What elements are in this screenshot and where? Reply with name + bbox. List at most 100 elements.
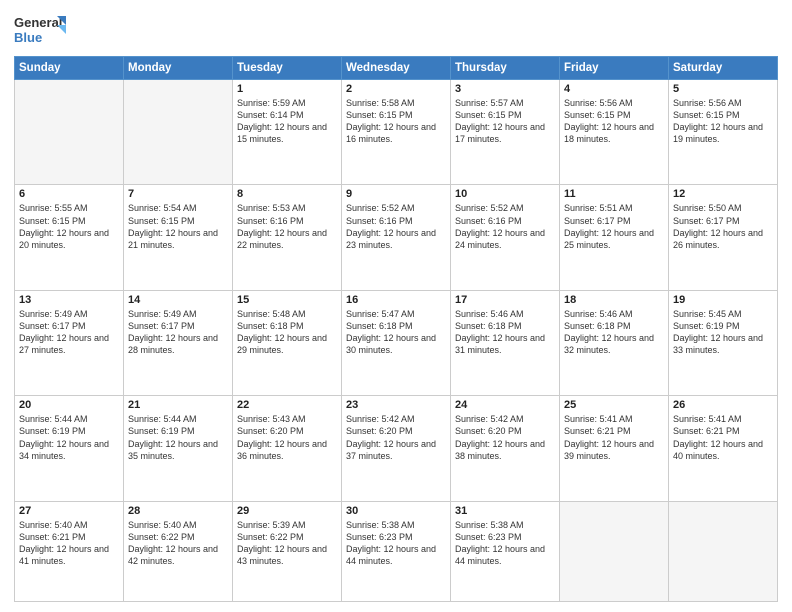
day-info: Sunrise: 5:59 AMSunset: 6:14 PMDaylight:… <box>237 97 337 146</box>
day-info: Sunrise: 5:49 AMSunset: 6:17 PMDaylight:… <box>128 308 228 357</box>
weekday-header-wednesday: Wednesday <box>342 57 451 80</box>
calendar-cell: 2Sunrise: 5:58 AMSunset: 6:15 PMDaylight… <box>342 80 451 185</box>
day-number: 26 <box>673 399 773 411</box>
day-number: 18 <box>564 294 664 306</box>
day-info: Sunrise: 5:45 AMSunset: 6:19 PMDaylight:… <box>673 308 773 357</box>
calendar-cell: 8Sunrise: 5:53 AMSunset: 6:16 PMDaylight… <box>233 185 342 290</box>
day-info: Sunrise: 5:44 AMSunset: 6:19 PMDaylight:… <box>128 413 228 462</box>
weekday-header-sunday: Sunday <box>15 57 124 80</box>
calendar-cell: 21Sunrise: 5:44 AMSunset: 6:19 PMDayligh… <box>124 396 233 501</box>
svg-text:General: General <box>14 15 62 30</box>
calendar-cell: 1 Sunrise: 5:59 AMSunset: 6:14 PMDaylight… <box>233 80 342 185</box>
calendar-table: SundayMondayTuesdayWednesdayThursdayFrid… <box>14 56 778 602</box>
day-info: Sunrise: 5:40 AMSunset: 6:22 PMDaylight:… <box>128 519 228 568</box>
day-info: Sunrise: 5:48 AMSunset: 6:18 PMDaylight:… <box>237 308 337 357</box>
day-number: 16 <box>346 294 446 306</box>
day-info: Sunrise: 5:42 AMSunset: 6:20 PMDaylight:… <box>346 413 446 462</box>
weekday-header-thursday: Thursday <box>451 57 560 80</box>
day-number: 27 <box>19 505 119 517</box>
calendar-cell: 15 Sunrise: 5:48 AMSunset: 6:18 PMDayligh… <box>233 290 342 395</box>
day-number: 31 <box>455 505 555 517</box>
day-info: Sunrise: 5:55 AMSunset: 6:15 PMDaylight:… <box>19 202 119 251</box>
day-info: Sunrise: 5:49 AMSunset: 6:17 PMDaylight:… <box>19 308 119 357</box>
week-row-1: 1 Sunrise: 5:59 AMSunset: 6:14 PMDaylight… <box>15 80 778 185</box>
calendar-cell: 3 Sunrise: 5:57 AMSunset: 6:15 PMDaylight… <box>451 80 560 185</box>
day-info: Sunrise: 5:54 AMSunset: 6:15 PMDaylight:… <box>128 202 228 251</box>
day-number: 22 <box>237 399 337 411</box>
day-info: Sunrise: 5:38 AMSunset: 6:23 PMDaylight:… <box>455 519 555 568</box>
calendar-cell: 17Sunrise: 5:46 AMSunset: 6:18 PMDayligh… <box>451 290 560 395</box>
calendar-cell: 27 Sunrise: 5:40 AMSunset: 6:21 PMDayligh… <box>15 501 124 601</box>
day-number: 11 <box>564 188 664 200</box>
day-info: Sunrise: 5:42 AMSunset: 6:20 PMDaylight:… <box>455 413 555 462</box>
calendar-cell <box>15 80 124 185</box>
day-number: 15 <box>237 294 337 306</box>
day-number: 24 <box>455 399 555 411</box>
calendar-cell: 7 Sunrise: 5:54 AMSunset: 6:15 PMDaylight… <box>124 185 233 290</box>
day-number: 7 <box>128 188 228 200</box>
calendar-cell <box>669 501 778 601</box>
day-number: 12 <box>673 188 773 200</box>
calendar-cell: 30 Sunrise: 5:38 AMSunset: 6:23 PMDayligh… <box>342 501 451 601</box>
day-number: 29 <box>237 505 337 517</box>
calendar-cell: 13 Sunrise: 5:49 AMSunset: 6:17 PMDayligh… <box>15 290 124 395</box>
day-info: Sunrise: 5:43 AMSunset: 6:20 PMDaylight:… <box>237 413 337 462</box>
calendar-cell: 10 Sunrise: 5:52 AMSunset: 6:16 PMDayligh… <box>451 185 560 290</box>
weekday-header-monday: Monday <box>124 57 233 80</box>
day-info: Sunrise: 5:51 AMSunset: 6:17 PMDaylight:… <box>564 202 664 251</box>
day-number: 1 <box>237 83 337 95</box>
day-info: Sunrise: 5:44 AMSunset: 6:19 PMDaylight:… <box>19 413 119 462</box>
day-number: 20 <box>19 399 119 411</box>
page-container: General Blue SundayMondayTuesdayWednesda… <box>0 0 792 612</box>
day-number: 10 <box>455 188 555 200</box>
day-info: Sunrise: 5:56 AMSunset: 6:15 PMDaylight:… <box>673 97 773 146</box>
day-info: Sunrise: 5:41 AMSunset: 6:21 PMDaylight:… <box>564 413 664 462</box>
weekday-header-row: SundayMondayTuesdayWednesdayThursdayFrid… <box>15 57 778 80</box>
calendar-cell: 14Sunrise: 5:49 AMSunset: 6:17 PMDayligh… <box>124 290 233 395</box>
calendar-cell: 29Sunrise: 5:39 AMSunset: 6:22 PMDayligh… <box>233 501 342 601</box>
calendar-cell: 31 Sunrise: 5:38 AMSunset: 6:23 PMDayligh… <box>451 501 560 601</box>
day-number: 19 <box>673 294 773 306</box>
week-row-3: 13 Sunrise: 5:49 AMSunset: 6:17 PMDayligh… <box>15 290 778 395</box>
calendar-cell: 23Sunrise: 5:42 AMSunset: 6:20 PMDayligh… <box>342 396 451 501</box>
day-info: Sunrise: 5:52 AMSunset: 6:16 PMDaylight:… <box>346 202 446 251</box>
day-number: 5 <box>673 83 773 95</box>
svg-text:Blue: Blue <box>14 30 42 45</box>
day-info: Sunrise: 5:40 AMSunset: 6:21 PMDaylight:… <box>19 519 119 568</box>
day-number: 17 <box>455 294 555 306</box>
day-number: 3 <box>455 83 555 95</box>
day-info: Sunrise: 5:41 AMSunset: 6:21 PMDaylight:… <box>673 413 773 462</box>
header: General Blue <box>14 12 778 48</box>
week-row-4: 20 Sunrise: 5:44 AMSunset: 6:19 PMDayligh… <box>15 396 778 501</box>
day-info: Sunrise: 5:38 AMSunset: 6:23 PMDaylight:… <box>346 519 446 568</box>
logo-svg: General Blue <box>14 12 66 48</box>
calendar-cell: 12Sunrise: 5:50 AMSunset: 6:17 PMDayligh… <box>669 185 778 290</box>
calendar-cell: 22 Sunrise: 5:43 AMSunset: 6:20 PMDayligh… <box>233 396 342 501</box>
calendar-cell: 9 Sunrise: 5:52 AMSunset: 6:16 PMDaylight… <box>342 185 451 290</box>
day-number: 28 <box>128 505 228 517</box>
calendar-cell <box>560 501 669 601</box>
calendar-cell: 11 Sunrise: 5:51 AMSunset: 6:17 PMDayligh… <box>560 185 669 290</box>
calendar-cell: 28 Sunrise: 5:40 AMSunset: 6:22 PMDayligh… <box>124 501 233 601</box>
day-info: Sunrise: 5:53 AMSunset: 6:16 PMDaylight:… <box>237 202 337 251</box>
calendar-cell: 19 Sunrise: 5:45 AMSunset: 6:19 PMDayligh… <box>669 290 778 395</box>
week-row-5: 27 Sunrise: 5:40 AMSunset: 6:21 PMDayligh… <box>15 501 778 601</box>
day-info: Sunrise: 5:47 AMSunset: 6:18 PMDaylight:… <box>346 308 446 357</box>
day-number: 13 <box>19 294 119 306</box>
calendar-cell: 24 Sunrise: 5:42 AMSunset: 6:20 PMDayligh… <box>451 396 560 501</box>
calendar-cell: 5 Sunrise: 5:56 AMSunset: 6:15 PMDaylight… <box>669 80 778 185</box>
day-info: Sunrise: 5:57 AMSunset: 6:15 PMDaylight:… <box>455 97 555 146</box>
day-number: 30 <box>346 505 446 517</box>
calendar-cell: 25 Sunrise: 5:41 AMSunset: 6:21 PMDayligh… <box>560 396 669 501</box>
calendar-cell: 4 Sunrise: 5:56 AMSunset: 6:15 PMDaylight… <box>560 80 669 185</box>
week-row-2: 6Sunrise: 5:55 AMSunset: 6:15 PMDaylight… <box>15 185 778 290</box>
day-info: Sunrise: 5:52 AMSunset: 6:16 PMDaylight:… <box>455 202 555 251</box>
day-info: Sunrise: 5:46 AMSunset: 6:18 PMDaylight:… <box>564 308 664 357</box>
day-number: 4 <box>564 83 664 95</box>
day-info: Sunrise: 5:56 AMSunset: 6:15 PMDaylight:… <box>564 97 664 146</box>
calendar-cell: 20 Sunrise: 5:44 AMSunset: 6:19 PMDayligh… <box>15 396 124 501</box>
day-info: Sunrise: 5:58 AMSunset: 6:15 PMDaylight:… <box>346 97 446 146</box>
day-number: 25 <box>564 399 664 411</box>
day-number: 9 <box>346 188 446 200</box>
weekday-header-friday: Friday <box>560 57 669 80</box>
